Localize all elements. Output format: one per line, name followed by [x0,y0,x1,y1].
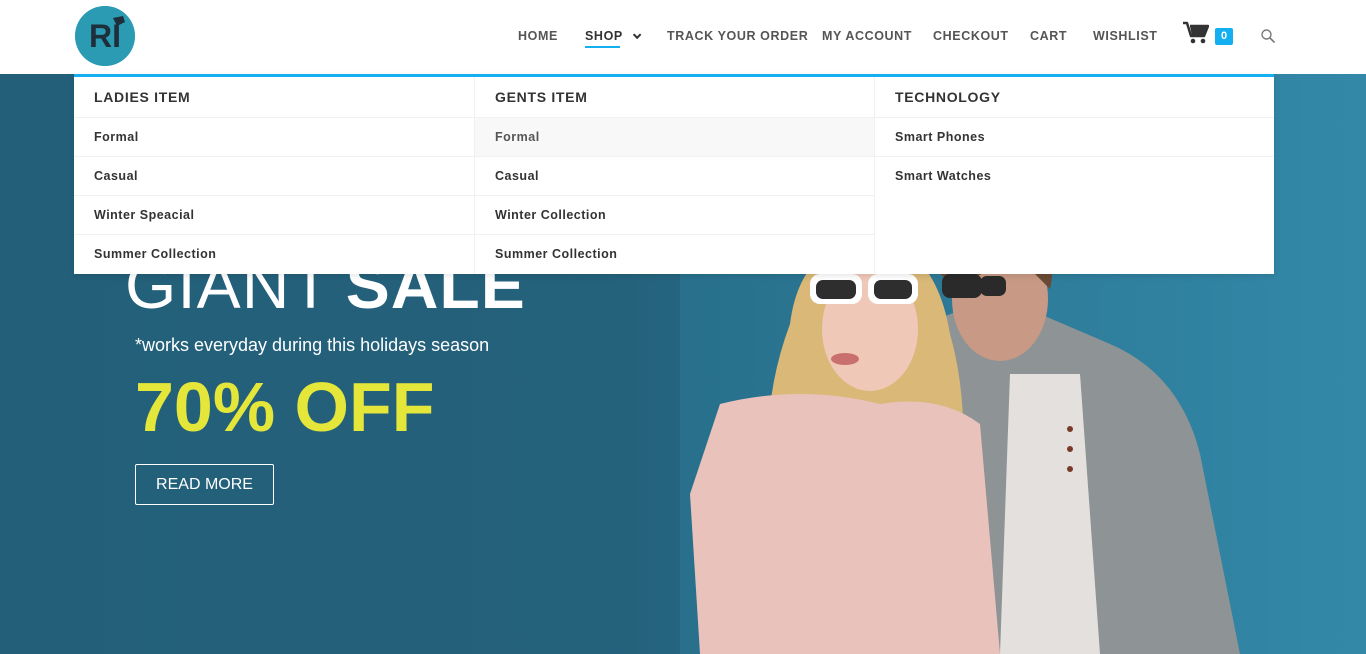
logo-icon: RI [75,6,135,66]
nav-shop-label: SHOP [585,29,623,43]
hero-subtitle: *works everyday during this holidays sea… [135,335,490,355]
mega-link-gents-formal[interactable]: Formal [475,118,874,157]
read-more-button[interactable]: READ MORE [135,464,274,505]
cart-count-badge: 0 [1215,28,1233,45]
chevron-down-icon [632,30,642,40]
mega-link-ladies-winter[interactable]: Winter Speacial [74,196,474,235]
site-logo[interactable]: RI [75,6,135,66]
mega-link-gents-casual[interactable]: Casual [475,157,874,196]
nav-checkout[interactable]: CHECKOUT [933,29,1009,43]
nav-track-order[interactable]: TRACK YOUR ORDER [667,29,808,43]
mega-link-ladies-formal[interactable]: Formal [74,118,474,157]
nav-cart[interactable]: CART [1030,29,1067,43]
cart-icon[interactable] [1183,21,1209,45]
nav-wishlist[interactable]: WISHLIST [1093,29,1158,43]
mega-heading-ladies: LADIES ITEM [74,77,474,118]
mega-link-ladies-summer[interactable]: Summer Collection [74,235,474,274]
mega-link-ladies-casual[interactable]: Casual [74,157,474,196]
hero-discount: 70% OFF [135,368,435,446]
mega-column-technology: TECHNOLOGY Smart Phones Smart Watches [874,77,1274,274]
mega-column-gents: GENTS ITEM Formal Casual Winter Collecti… [474,77,874,274]
nav-shop[interactable]: SHOP [585,29,642,48]
mega-link-gents-winter[interactable]: Winter Collection [475,196,874,235]
mega-column-ladies: LADIES ITEM Formal Casual Winter Speacia… [74,77,474,274]
site-header: RI HOME SHOP TRACK YOUR ORDER MY ACCOUNT… [0,0,1366,74]
nav-home[interactable]: HOME [518,29,558,43]
search-icon[interactable] [1261,29,1275,43]
shop-mega-menu: LADIES ITEM Formal Casual Winter Speacia… [74,74,1274,274]
mega-link-smart-phones[interactable]: Smart Phones [875,118,1274,157]
mega-heading-gents: GENTS ITEM [475,77,874,118]
mega-link-gents-summer[interactable]: Summer Collection [475,235,874,274]
mega-heading-technology: TECHNOLOGY [875,77,1274,118]
active-underline [585,46,620,48]
mega-link-smart-watches[interactable]: Smart Watches [875,157,1274,196]
nav-my-account[interactable]: MY ACCOUNT [822,29,912,43]
